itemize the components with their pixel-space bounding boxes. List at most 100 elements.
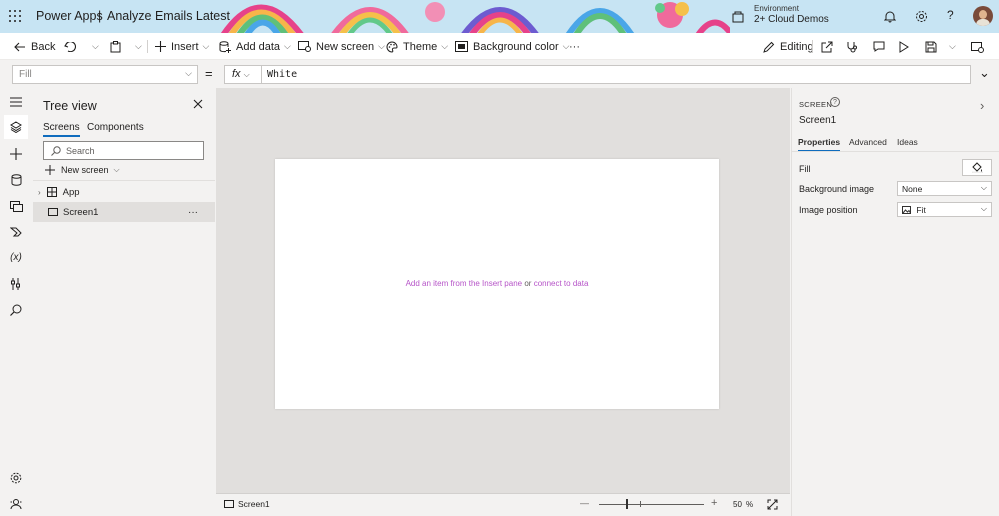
zoom-value[interactable]: 50: [733, 500, 742, 509]
comments-button[interactable]: [873, 33, 890, 60]
chevron-down-icon: ⌵: [243, 70, 250, 79]
environment-label: Environment: [754, 4, 799, 13]
media-icon[interactable]: [8, 198, 24, 214]
tab-properties[interactable]: Properties: [798, 137, 841, 152]
divider: [792, 151, 999, 152]
background-color-icon: [455, 41, 468, 52]
theme-button[interactable]: Theme ⌵: [386, 33, 448, 60]
zoom-slider-track[interactable]: [599, 504, 704, 505]
play-icon: [899, 40, 909, 53]
screen-selector[interactable]: Screen1: [224, 499, 270, 509]
undo-dropdown[interactable]: ⌵: [88, 33, 99, 60]
fill-label: Fill: [799, 164, 811, 174]
variables-icon[interactable]: (x): [8, 249, 24, 265]
tree-item-app[interactable]: › App: [33, 182, 215, 202]
chevron-down-icon: ⌵: [284, 41, 291, 51]
connect-data-link[interactable]: connect to data: [534, 279, 589, 288]
hamburger-menu-icon[interactable]: [8, 94, 24, 110]
tree-view-layers-icon[interactable]: [4, 115, 28, 139]
editing-mode-button[interactable]: Editing: [763, 33, 814, 60]
environment-name[interactable]: 2+ Cloud Demos: [754, 14, 829, 25]
save-icon: [925, 41, 937, 52]
background-image-dropdown[interactable]: None ⌵: [897, 181, 992, 196]
equals-sign: =: [205, 66, 213, 81]
advanced-tools-icon[interactable]: [8, 276, 24, 292]
tab-components[interactable]: Components: [87, 122, 144, 133]
paste-dropdown[interactable]: ⌵: [131, 33, 142, 60]
product-name[interactable]: Power Apps: [36, 9, 103, 23]
zoom-out-button[interactable]: —: [580, 498, 589, 508]
publish-icon: [971, 41, 984, 53]
save-button[interactable]: [925, 33, 942, 60]
plus-icon: [155, 41, 166, 52]
insert-button[interactable]: Insert ⌵: [155, 33, 209, 60]
image-position-dropdown[interactable]: Fit ⌵: [897, 202, 992, 217]
add-data-button[interactable]: Add data ⌵: [219, 33, 291, 60]
zoom-default-tick: [640, 501, 641, 507]
insert-pane-link[interactable]: Add an item from the Insert pane: [406, 279, 523, 288]
app-launcher-icon[interactable]: [9, 10, 21, 22]
new-screen-button[interactable]: New screen ⌵: [45, 165, 120, 175]
stethoscope-icon: [847, 41, 857, 52]
new-screen-button[interactable]: New screen ⌵: [298, 33, 385, 60]
more-options-icon[interactable]: ···: [188, 207, 198, 218]
save-dropdown[interactable]: ⌵: [945, 33, 956, 60]
paste-button[interactable]: [110, 33, 126, 60]
environment-icon: [732, 11, 744, 23]
tree-search-input[interactable]: Search: [43, 141, 204, 160]
property-selector[interactable]: Fill ⌵: [12, 65, 198, 84]
background-image-label: Background image: [799, 184, 875, 194]
chevron-down-icon: ⌵: [92, 41, 99, 51]
zoom-in-button[interactable]: +: [711, 497, 717, 509]
status-bar: Screen1 — + 50 %: [216, 493, 790, 516]
app-checker-button[interactable]: [846, 33, 863, 60]
database-plus-icon: [219, 40, 231, 53]
divider: [147, 40, 148, 53]
app-title: Analyze Emails Latest: [107, 9, 230, 23]
search-icon[interactable]: [8, 302, 24, 318]
expand-formula-chevron-icon[interactable]: ⌄: [979, 65, 990, 81]
formula-input[interactable]: White: [261, 65, 971, 84]
title-separator: |: [98, 9, 102, 23]
image-position-label: Image position: [799, 205, 858, 215]
zoom-slider-thumb[interactable]: [626, 499, 628, 509]
preview-play-button[interactable]: [899, 33, 914, 60]
fit-to-window-icon[interactable]: [767, 499, 778, 510]
more-commands-button[interactable]: ···: [569, 33, 580, 60]
tab-advanced[interactable]: Advanced: [849, 137, 887, 147]
share-icon: [821, 41, 833, 52]
properties-panel: SCREEN ? Screen1 › Properties Advanced I…: [791, 88, 999, 516]
tree-item-screen1[interactable]: Screen1 ···: [33, 202, 215, 222]
screen-canvas[interactable]: Add an item from the Insert pane or conn…: [275, 159, 719, 409]
tab-screens[interactable]: Screens: [43, 122, 80, 137]
power-automate-icon[interactable]: [8, 224, 24, 240]
virtual-agent-icon[interactable]: [8, 496, 24, 512]
screen-icon: [224, 500, 234, 508]
user-avatar[interactable]: [973, 6, 993, 26]
notifications-bell-icon[interactable]: [884, 10, 896, 23]
publish-button[interactable]: [971, 33, 989, 60]
insert-plus-icon[interactable]: [8, 146, 24, 162]
tab-ideas[interactable]: Ideas: [897, 137, 918, 147]
data-database-icon[interactable]: [8, 172, 24, 188]
settings-gear-icon[interactable]: [915, 10, 928, 23]
command-bar: Back ⌵ ⌵ Insert ⌵ Add data ⌵ New screen ⌵ T…: [0, 33, 999, 60]
chevron-down-icon: ⌵: [980, 204, 987, 213]
share-button[interactable]: [821, 33, 838, 60]
help-icon[interactable]: ?: [830, 97, 840, 107]
control-type-label: SCREEN: [799, 100, 833, 109]
undo-button[interactable]: [64, 33, 81, 60]
help-icon[interactable]: ?: [947, 8, 954, 22]
background-color-button[interactable]: Background color ⌵: [455, 33, 569, 60]
back-button[interactable]: Back: [14, 33, 55, 60]
fill-color-picker[interactable]: [962, 159, 992, 176]
function-picker-button[interactable]: fx ⌵: [224, 65, 262, 84]
close-icon[interactable]: [193, 99, 203, 109]
plus-icon: [45, 165, 55, 175]
chevron-down-icon: ⌵: [135, 41, 142, 51]
back-arrow-icon: [14, 42, 25, 51]
chevron-right-icon[interactable]: ›: [980, 98, 984, 113]
zoom-unit: %: [746, 500, 754, 509]
settings-gear-icon[interactable]: [8, 470, 24, 486]
app-grid-icon: [46, 187, 57, 197]
